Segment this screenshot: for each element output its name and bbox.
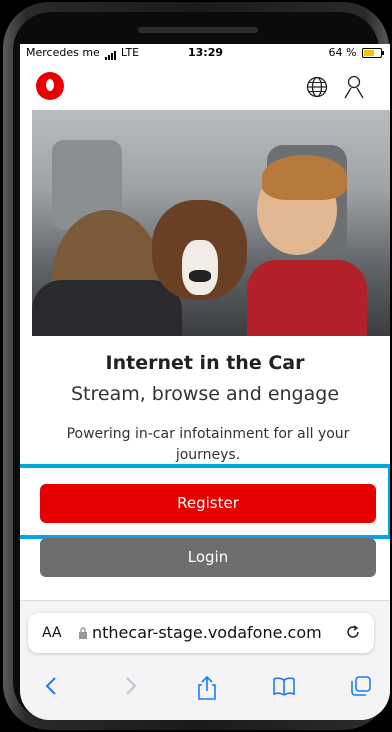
globe-icon[interactable] — [306, 76, 328, 98]
battery-icon — [362, 48, 384, 58]
page-description: Powering in-car infotainment for all you… — [66, 426, 350, 463]
back-icon[interactable] — [44, 675, 58, 697]
share-icon[interactable] — [196, 675, 218, 701]
girl-body — [32, 280, 182, 336]
dog-nose — [189, 270, 211, 282]
browser-nav — [20, 667, 390, 707]
bookmarks-icon[interactable] — [272, 675, 296, 697]
network-type: LTE — [120, 46, 140, 59]
signal-icon — [105, 47, 117, 60]
status-carrier: Mercedes me LTE — [26, 46, 139, 60]
boy-hair — [262, 155, 347, 200]
page-subhead: Stream, browse and engage — [70, 383, 340, 405]
carrier-name: Mercedes me — [26, 46, 100, 59]
tabs-icon[interactable] — [350, 675, 372, 697]
user-icon[interactable] — [343, 75, 365, 99]
forward-icon[interactable] — [124, 675, 138, 697]
text-size-button[interactable]: AA — [42, 625, 62, 641]
status-bar: Mercedes me LTE 13:29 64 % — [20, 44, 390, 62]
site-header — [20, 62, 390, 110]
vodafone-logo[interactable] — [36, 72, 64, 100]
hero-image — [32, 110, 390, 336]
screen: Mercedes me LTE 13:29 64 % Internet in t… — [20, 44, 390, 720]
status-battery: 64 % — [328, 46, 384, 59]
address-bar[interactable]: AA nthecar-stage.vodafone.com — [28, 613, 374, 653]
battery-percent: 64 % — [328, 46, 357, 59]
login-button[interactable]: Login — [40, 538, 376, 577]
browser-toolbar: AA nthecar-stage.vodafone.com — [20, 600, 390, 720]
reload-icon[interactable] — [344, 623, 362, 641]
phone-speaker — [138, 27, 258, 33]
dog-face — [182, 240, 218, 295]
url-text[interactable]: nthecar-stage.vodafone.com — [92, 623, 322, 642]
lock-icon — [79, 627, 87, 639]
page-headline: Internet in the Car — [105, 352, 305, 374]
boy-body — [247, 260, 367, 336]
register-button[interactable]: Register — [40, 484, 376, 523]
status-time: 13:29 — [188, 46, 224, 59]
